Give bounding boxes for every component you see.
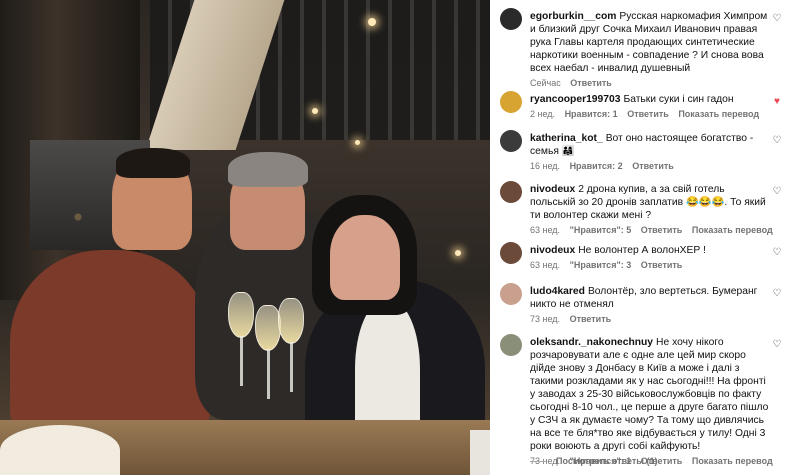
- comment-body: egorburkin__com Русская наркомафия Химпро…: [530, 10, 770, 89]
- comment-text: Не хочу нікого розчаровувати але є одне …: [530, 337, 769, 452]
- reply-button[interactable]: Ответить: [632, 161, 674, 171]
- heart-icon[interactable]: ♡: [772, 187, 782, 197]
- view-replies-button[interactable]: Посмотреть ответы (1): [530, 456, 657, 466]
- comment-username[interactable]: katherina_kot_: [530, 133, 603, 144]
- glass-stem: [290, 342, 293, 392]
- comment-meta: 16 нед. Нравится: 2 Ответить: [530, 161, 770, 172]
- reply-button[interactable]: Ответить: [641, 225, 683, 235]
- avatar[interactable]: [500, 181, 522, 203]
- comment-text-line: katherina_kot_ Вот оно настоящее богатств…: [530, 132, 770, 158]
- comment-text-line: oleksandr._nakonechnuy Не хочу нікого роз…: [530, 336, 770, 453]
- comment-text-line: egorburkin__com Русская наркомафия Химпро…: [530, 10, 770, 75]
- photo-lamp: [455, 250, 461, 256]
- translate-button[interactable]: Показать перевод: [678, 109, 759, 119]
- heart-icon[interactable]: ♡: [772, 289, 782, 299]
- heart-filled-icon[interactable]: ♥: [772, 97, 782, 107]
- comment-time: 63 нед.: [530, 225, 561, 235]
- comment-username[interactable]: nivodeux: [530, 184, 575, 195]
- comment-meta: Сейчас Ответить: [530, 78, 770, 89]
- champagne-glass: [228, 292, 254, 338]
- translate-button[interactable]: Показать перевод: [692, 456, 773, 466]
- comment-meta: 63 нед. "Нравится": 3 Ответить: [530, 260, 770, 271]
- comment-text: Батьки суки і син гадон: [623, 94, 734, 105]
- avatar[interactable]: [500, 242, 522, 264]
- photo-lamp: [368, 18, 376, 26]
- comment-body: katherina_kot_ Вот оно настоящее богатств…: [530, 132, 770, 172]
- avatar[interactable]: [500, 91, 522, 113]
- post-photo: [0, 0, 490, 475]
- comment-body: oleksandr._nakonechnuy Не хочу нікого роз…: [530, 336, 773, 467]
- comment-body: nivodeux Не волонтер А волонХЕР ! 63 нед.…: [530, 244, 770, 271]
- likes-count[interactable]: Нравится: 2: [570, 161, 623, 171]
- likes-count[interactable]: "Нравится": 5: [570, 225, 632, 235]
- champagne-glass: [278, 298, 304, 344]
- glass-stem: [240, 336, 243, 386]
- person-left-hair: [116, 148, 190, 178]
- glass-stem: [267, 349, 270, 399]
- reply-button[interactable]: Ответить: [570, 314, 612, 324]
- comment-text-line: nivodeux 2 дрона купив, а за свій готель …: [530, 183, 770, 222]
- heart-icon[interactable]: ♡: [772, 340, 782, 350]
- reply-button[interactable]: Ответить: [570, 78, 612, 88]
- comment-time: 73 нед.: [530, 314, 561, 324]
- comment-username[interactable]: egorburkin__com: [530, 11, 616, 22]
- comment-username[interactable]: oleksandr._nakonechnuy: [530, 337, 653, 348]
- comment-time: 2 нед.: [530, 109, 556, 119]
- avatar[interactable]: [500, 334, 522, 356]
- comment-meta: 73 нед. Ответить: [530, 314, 770, 325]
- comment-meta: 63 нед. "Нравится": 5 Ответить Показать …: [530, 225, 773, 236]
- heart-icon[interactable]: ♡: [772, 248, 782, 258]
- comment-text-line: ryancooper199703 Батьки суки і син гадон: [530, 93, 770, 106]
- photo-glass-right: [470, 430, 490, 475]
- avatar[interactable]: [500, 130, 522, 152]
- comment-time: Сейчас: [530, 78, 561, 88]
- reply-button[interactable]: Ответить: [627, 109, 669, 119]
- comment-text-line: nivodeux Не волонтер А волонХЕР !: [530, 244, 770, 257]
- translate-button[interactable]: Показать перевод: [692, 225, 773, 235]
- comments-panel[interactable]: egorburkin__com Русская наркомафия Химпро…: [490, 0, 800, 475]
- view-replies-label: Посмотреть ответы (1): [556, 456, 658, 466]
- reply-button[interactable]: Ответить: [641, 260, 683, 270]
- avatar[interactable]: [500, 283, 522, 305]
- comment-text: Не волонтер А волонХЕР !: [578, 245, 706, 256]
- comment-time: 63 нед.: [530, 260, 561, 270]
- comment-body: nivodeux 2 дрона купив, а за свій готель …: [530, 183, 773, 236]
- comment-body: ludo4kared Волонтёр, зло вертеться. Бумер…: [530, 285, 770, 325]
- heart-icon[interactable]: ♡: [772, 136, 782, 146]
- photo-lamp: [312, 108, 318, 114]
- comment-username[interactable]: ryancooper199703: [530, 94, 620, 105]
- likes-count[interactable]: Нравится: 1: [565, 109, 618, 119]
- comment-username[interactable]: ludo4kared: [530, 286, 585, 297]
- person-middle-hair: [228, 152, 308, 187]
- comment-time: 16 нед.: [530, 161, 561, 171]
- photo-plate: [0, 425, 120, 475]
- likes-count[interactable]: "Нравится": 3: [570, 260, 632, 270]
- avatar[interactable]: [500, 8, 522, 30]
- comment-username[interactable]: nivodeux: [530, 245, 575, 256]
- champagne-glass: [255, 305, 281, 351]
- replies-divider: [530, 460, 546, 462]
- photo-lamp: [355, 140, 360, 145]
- comment-text-line: ludo4kared Волонтёр, зло вертеться. Бумер…: [530, 285, 770, 311]
- comment-meta: 2 нед. Нравится: 1 Ответить Показать пер…: [530, 109, 770, 120]
- person-right-head: [330, 215, 400, 300]
- heart-icon[interactable]: ♡: [772, 14, 782, 24]
- comment-body: ryancooper199703 Батьки суки і син гадон …: [530, 93, 770, 120]
